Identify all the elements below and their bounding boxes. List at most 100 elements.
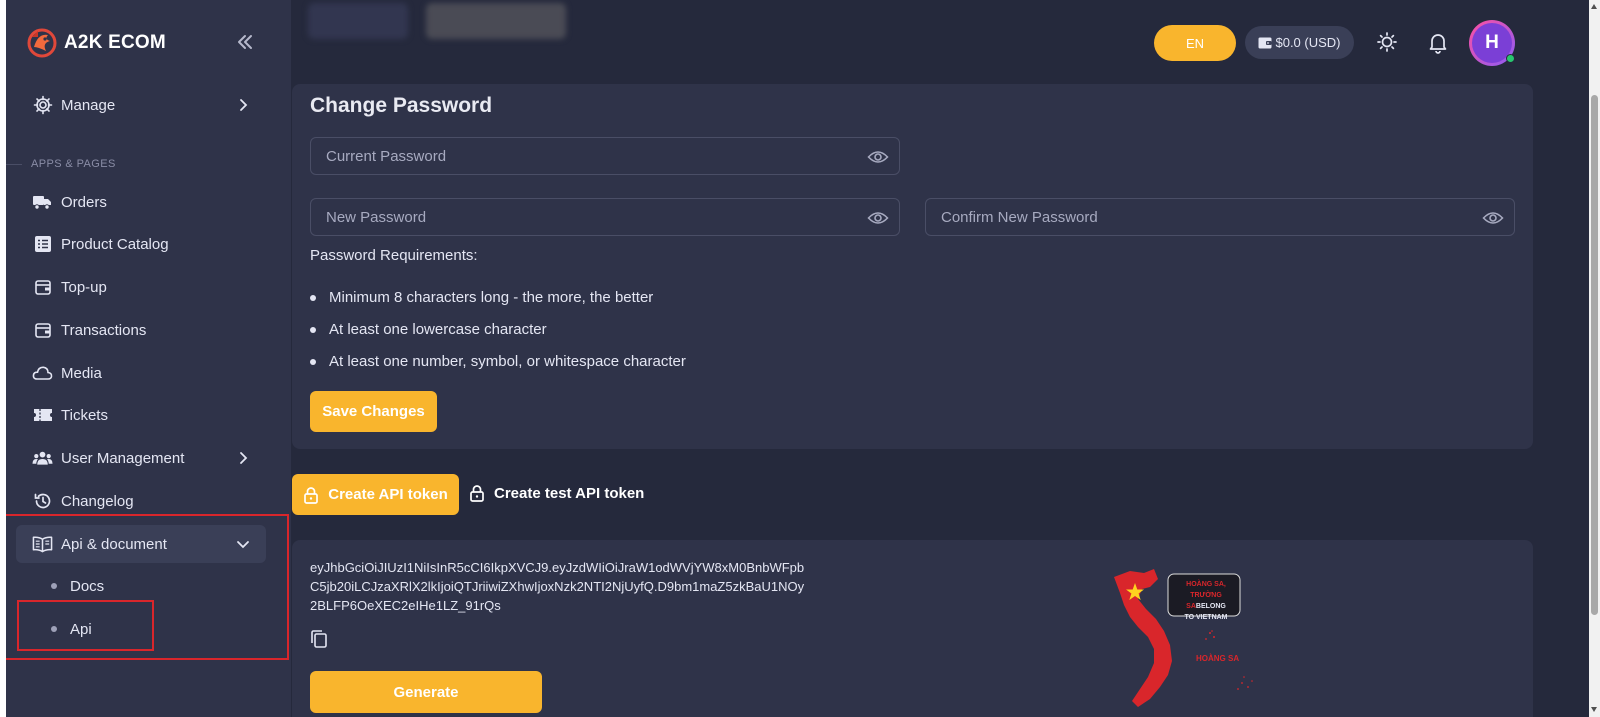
avatar[interactable]: H	[1469, 20, 1515, 66]
map-badge-line: HOÀNG SA,	[1186, 581, 1226, 588]
ticket-icon	[32, 405, 53, 426]
eye-icon[interactable]	[1482, 208, 1504, 228]
sidebar-subitem-api[interactable]: Api	[16, 612, 266, 646]
wallet-icon	[1258, 37, 1272, 48]
bullet-dot	[310, 358, 316, 365]
copy-icon[interactable]	[310, 629, 328, 649]
dragon-logo-icon	[27, 28, 57, 58]
collapse-sidebar-icon[interactable]	[234, 31, 256, 53]
requirement-text: At least one number, symbol, or whitespa…	[329, 353, 686, 370]
users-icon	[32, 448, 53, 469]
sidebar-item-label: Manage	[61, 96, 116, 114]
requirement-text: Minimum 8 characters long - the more, th…	[329, 289, 654, 306]
gear-icon	[32, 95, 53, 116]
bullet-dot	[51, 626, 57, 632]
sidebar-item-label: User Management	[61, 449, 185, 467]
sidebar: A2K ECOM Manage APPS & PAGES Orders Prod…	[6, 0, 291, 717]
wallet-balance-text: $0.0 (USD)	[1275, 35, 1341, 50]
chevron-right-icon	[240, 99, 248, 111]
current-password-field[interactable]: Current Password	[310, 137, 900, 175]
scroll-down-arrow[interactable]	[1591, 707, 1597, 712]
sidebar-item-tickets[interactable]: Tickets	[16, 396, 266, 434]
map-badge-line: TO VIETNAM	[1184, 614, 1228, 621]
bell-icon[interactable]	[1426, 30, 1450, 54]
blurred-breadcrumb	[308, 3, 408, 39]
sidebar-item-label: Media	[61, 364, 102, 382]
app-window: A2K ECOM Manage APPS & PAGES Orders Prod…	[6, 0, 1589, 717]
blurred-search	[426, 3, 566, 39]
field-placeholder: Confirm New Password	[941, 208, 1098, 226]
api-token-card: eyJhbGciOiJIUzI1NiIsInR5cCI6IkpXVCJ9.eyJ…	[292, 540, 1533, 717]
sidebar-item-orders[interactable]: Orders	[16, 183, 266, 221]
sidebar-subitem-docs[interactable]: Docs	[16, 569, 266, 603]
sidebar-subitem-label: Docs	[70, 577, 105, 595]
section-label: APPS & PAGES	[31, 158, 116, 170]
sidebar-item-manage[interactable]: Manage	[16, 86, 266, 124]
tab-create-test-api-token[interactable]: Create test API token	[469, 484, 644, 502]
chevron-right-icon	[240, 452, 248, 464]
online-status-dot	[1506, 54, 1515, 63]
map-island-label: HOÀNG SA	[1196, 654, 1240, 663]
sidebar-item-label: Product Catalog	[61, 235, 169, 253]
scroll-up-arrow[interactable]	[1591, 4, 1597, 9]
list-icon	[32, 234, 53, 255]
sidebar-item-user-management[interactable]: User Management	[16, 439, 266, 477]
wallet-icon	[32, 320, 53, 341]
sidebar-item-product-catalog[interactable]: Product Catalog	[16, 225, 266, 263]
field-placeholder: New Password	[326, 208, 427, 226]
sidebar-item-label: Orders	[61, 193, 107, 211]
requirement-item: At least one lowercase character	[310, 321, 547, 338]
new-password-field[interactable]: New Password	[310, 198, 900, 236]
tab-label: Create API token	[328, 486, 448, 503]
lock-icon	[470, 485, 484, 502]
cloud-icon	[32, 363, 53, 384]
sidebar-item-label: Transactions	[61, 321, 147, 339]
theme-toggle-icon[interactable]	[1375, 30, 1399, 54]
book-open-icon	[32, 534, 53, 555]
sidebar-item-api-document[interactable]: Api & document	[16, 525, 266, 563]
wallet-icon	[32, 277, 53, 298]
sidebar-item-transactions[interactable]: Transactions	[16, 311, 266, 349]
lock-icon	[304, 486, 319, 504]
sidebar-item-changelog[interactable]: Changelog	[16, 482, 266, 520]
bullet-dot	[51, 583, 57, 589]
requirements-title: Password Requirements:	[310, 247, 478, 264]
sidebar-item-label: Top-up	[61, 278, 107, 296]
generate-button[interactable]: Generate	[310, 671, 542, 713]
requirement-item: At least one number, symbol, or whitespa…	[310, 353, 686, 370]
sidebar-item-label: Api & document	[61, 535, 167, 553]
tab-create-api-token[interactable]: Create API token	[292, 474, 459, 515]
confirm-password-field[interactable]: Confirm New Password	[925, 198, 1515, 236]
chevron-down-icon	[237, 541, 249, 549]
change-password-card: Change Password Current Password New Pas…	[292, 84, 1533, 449]
bullet-dot	[310, 326, 316, 333]
sidebar-item-label: Tickets	[61, 406, 108, 424]
language-label: EN	[1185, 35, 1205, 51]
bullet-dot	[310, 294, 316, 301]
brand[interactable]: A2K ECOM	[26, 28, 166, 58]
sidebar-item-label: Changelog	[61, 492, 134, 510]
language-button[interactable]: EN	[1154, 25, 1236, 61]
map-badge: HOÀNG SA, TRƯỜNG SABELONG TO VIETNAM	[1175, 579, 1237, 623]
page-scrollbar[interactable]	[1589, 0, 1600, 717]
section-divider	[6, 164, 22, 165]
sidebar-item-top-up[interactable]: Top-up	[16, 268, 266, 306]
sidebar-subitem-label: Api	[70, 620, 92, 638]
eye-icon[interactable]	[867, 208, 889, 228]
scrollbar-thumb[interactable]	[1591, 95, 1598, 615]
history-icon	[32, 491, 53, 512]
truck-icon	[32, 192, 53, 213]
save-changes-button[interactable]: Save Changes	[310, 391, 437, 432]
field-placeholder: Current Password	[326, 147, 447, 165]
brand-name: A2K ECOM	[64, 32, 166, 53]
button-label: Generate	[393, 683, 459, 701]
eye-icon[interactable]	[867, 147, 889, 167]
tab-label: Create test API token	[494, 484, 645, 502]
sidebar-item-media[interactable]: Media	[16, 354, 266, 392]
map-badge-line: BELONG	[1195, 603, 1226, 610]
requirement-item: Minimum 8 characters long - the more, th…	[310, 289, 653, 306]
api-token-text: eyJhbGciOiJIUzI1NiIsInR5cCI6IkpXVCJ9.eyJ…	[310, 560, 805, 613]
button-label: Save Changes	[322, 403, 425, 420]
card-title: Change Password	[310, 94, 493, 117]
wallet-balance-button[interactable]: $0.0 (USD)	[1245, 26, 1354, 59]
